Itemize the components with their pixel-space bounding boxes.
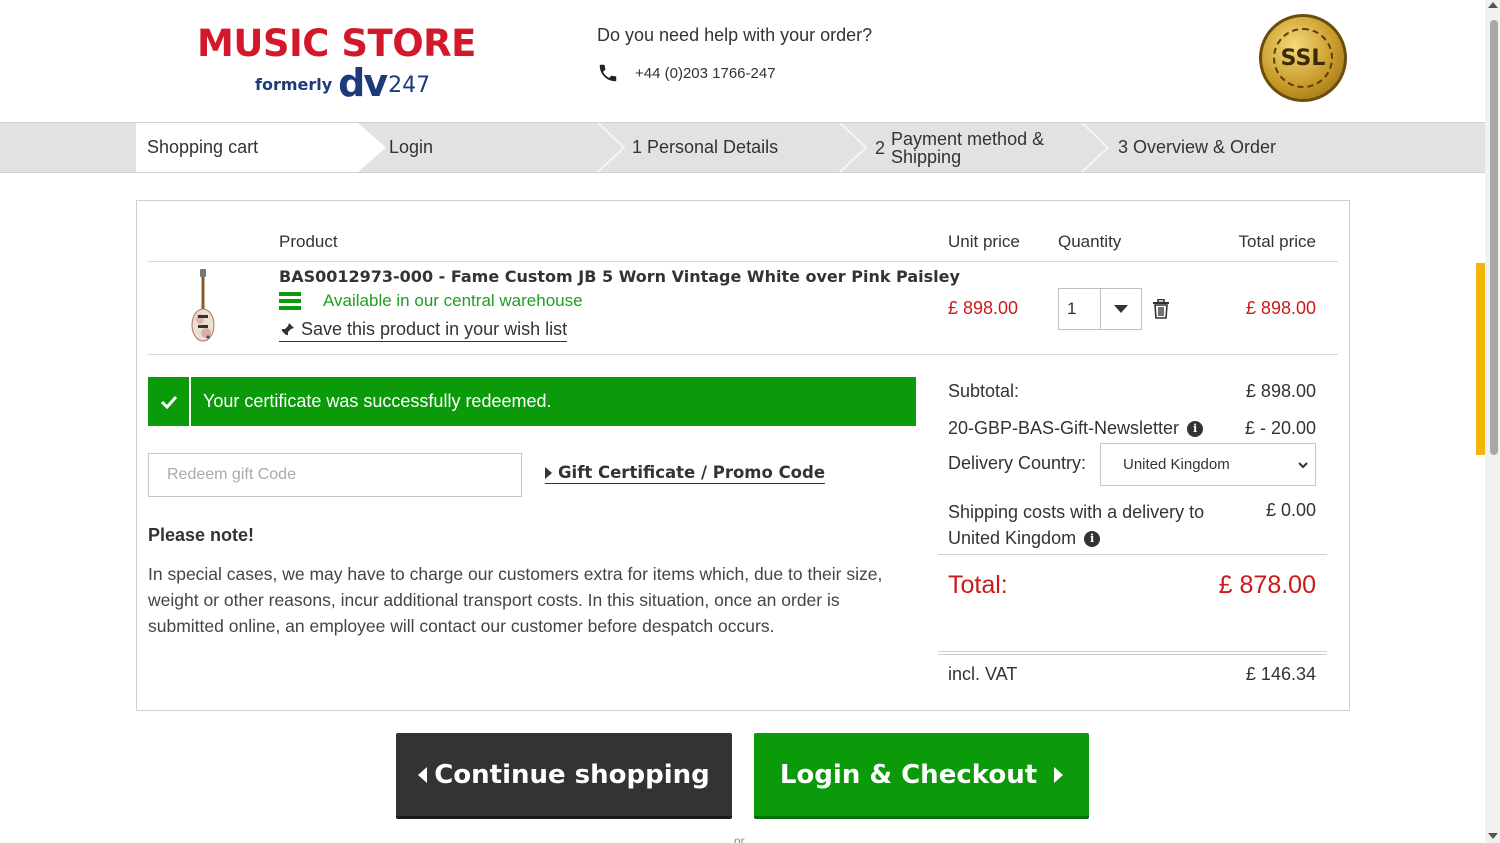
header-total-price: Total price [1238,232,1316,251]
summary-divider [938,554,1327,555]
checkout-steps: Shopping cart Login 1 Personal Details 2… [0,122,1485,173]
chevron-left-icon [418,766,428,783]
product-title[interactable]: BAS0012973-000 - Fame Custom JB 5 Worn V… [279,267,960,286]
phone-number[interactable]: +44 (0)203 1766-247 [635,65,776,82]
stock-bars-icon [279,292,301,310]
info-icon[interactable]: i [1187,421,1204,438]
step-payment-shipping[interactable]: 2 Payment method & Shipping [875,123,1061,172]
phone-icon [599,64,617,82]
feedback-tab[interactable] [1476,263,1485,455]
logo-247: 247 [388,73,431,98]
voucher-value: £ - 20.00 [1244,418,1316,438]
gift-code-input[interactable] [148,453,522,497]
header-divider [148,261,1338,262]
pin-icon [279,322,294,337]
logo-dv: dv [338,61,388,105]
gift-certificate-promo-link[interactable]: Gift Certificate / Promo Code [545,463,826,484]
availability-text: Available in our central warehouse [323,291,583,310]
checkmark-icon [148,377,191,426]
shipping-label-line2: United Kingdom [948,528,1077,548]
step-separator [597,123,626,172]
voucher-label: 20-GBP-BAS-Gift-Newsletter [948,418,1180,438]
continue-shopping-label: Continue shopping [434,759,710,790]
info-icon[interactable]: i [1084,531,1101,548]
caret-right-icon [545,466,552,479]
cart-panel: Product Unit price Quantity Total price … [136,200,1350,711]
vat-divider-2 [938,654,1327,655]
delivery-country-select[interactable]: United Kingdom [1100,443,1316,486]
ssl-label: SSL [1273,28,1333,88]
trash-icon[interactable] [1152,299,1170,319]
logo-main-text: MUSIC STORE [197,22,476,65]
total-value: £ 878.00 [1218,571,1316,599]
or-divider-text: or [734,834,745,843]
quantity-dropdown-button[interactable] [1101,289,1141,329]
step-label: 3 Overview & Order [1118,137,1277,157]
chevron-down-icon [1298,462,1308,469]
shipping-label-line1: Shipping costs with a delivery to [948,502,1205,522]
help-text: Do you need help with your order? [597,25,873,45]
login-checkout-label: Login & Checkout [779,759,1038,790]
shipping-label-line2-row: United Kingdom i [948,525,1204,551]
gift-link-label: Gift Certificate / Promo Code [558,463,826,482]
step-separator [1081,123,1110,172]
product-image-bass-guitar[interactable] [187,267,219,349]
step-arrow-shape [352,123,386,172]
unit-price: £ 898.00 [948,298,1019,318]
vat-label: incl. VAT [948,664,1018,684]
continue-shopping-button[interactable]: Continue shopping [396,733,732,819]
scroll-down-arrow[interactable] [1488,833,1498,839]
caret-down-icon [1113,305,1128,313]
music-store-logo[interactable]: MUSIC STORE formerly dv 247 [197,24,492,104]
scroll-up-arrow[interactable] [1488,2,1498,8]
success-message: Your certificate was successfully redeem… [203,391,552,411]
step-separator [839,123,868,172]
login-checkout-button[interactable]: Login & Checkout [754,733,1089,819]
step-label: Payment method & Shipping [891,128,1045,167]
shipping-value: £ 0.00 [1265,500,1316,520]
vat-divider-1 [938,651,1327,652]
subtotal-value: £ 898.00 [1245,381,1316,401]
ssl-badge: SSL [1259,14,1347,102]
availability-row: Available in our central warehouse [279,291,583,311]
subtotal-label: Subtotal: [948,381,1020,401]
step-login[interactable]: Login [389,123,433,172]
wishlist-label: Save this product in your wish list [301,319,568,339]
header-unit-price: Unit price [948,232,1020,251]
shipping-row: Shipping costs with a delivery to United… [948,499,1204,551]
phone-row: +44 (0)203 1766-247 [597,62,776,84]
step-personal-details[interactable]: 1 Personal Details [632,123,778,172]
step-label: Login [389,137,434,157]
total-label: Total: [948,571,1008,599]
site-header: MUSIC STORE formerly dv 247 Do you need … [0,0,1485,122]
note-body: In special cases, we may have to charge … [148,564,883,636]
step-number: 2 [875,137,886,158]
step-overview-order[interactable]: 3 Overview & Order [1118,123,1276,172]
line-total-price: £ 898.00 [1245,298,1316,318]
scrollbar-thumb[interactable] [1490,20,1498,455]
header-product: Product [279,232,338,251]
logo-sub: formerly dv 247 [255,61,431,105]
delivery-country-label: Delivery Country: [948,453,1087,473]
note-title: Please note! [148,525,255,545]
voucher-row: 20-GBP-BAS-Gift-Newsletter i [948,418,1204,439]
success-alert: Your certificate was successfully redeem… [148,377,916,426]
quantity-value: 1 [1059,289,1101,329]
delivery-country-value: United Kingdom [1123,456,1230,473]
logo-formerly: formerly [255,75,333,94]
quantity-select[interactable]: 1 [1058,288,1142,330]
step-shopping-cart[interactable]: Shopping cart [136,123,358,172]
vat-value: £ 146.34 [1245,664,1316,684]
save-to-wishlist-link[interactable]: Save this product in your wish list [279,319,568,342]
step-label: Shopping cart [147,137,259,157]
chevron-right-icon [1054,766,1064,783]
step-label: 1 Personal Details [632,137,779,157]
item-divider [148,354,1338,355]
header-quantity: Quantity [1058,232,1122,251]
